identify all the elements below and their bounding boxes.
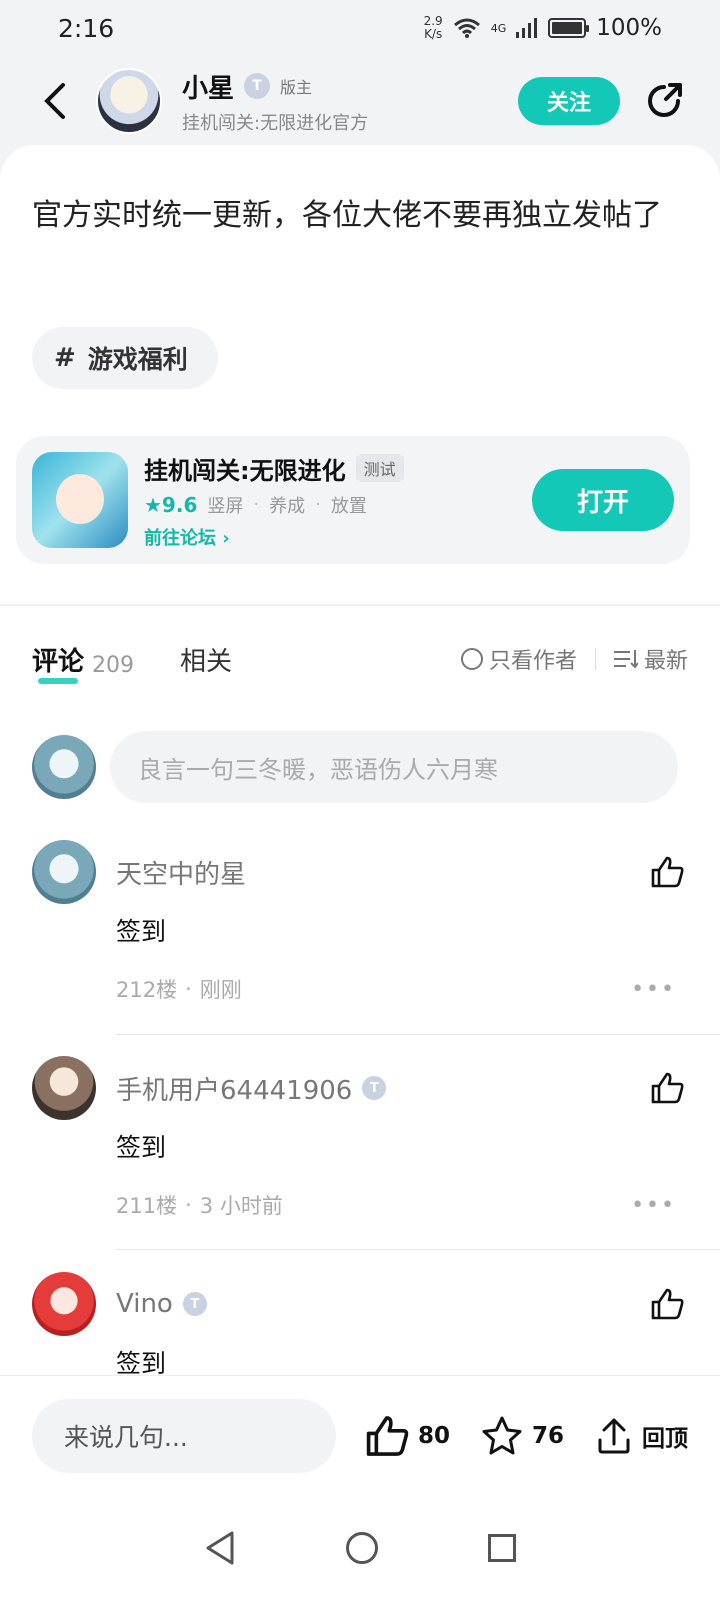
status-bar: 2:16 2.9 K/s 4G 100%	[0, 0, 720, 56]
more-options-icon[interactable]: •••	[631, 977, 676, 1002]
commenter-avatar[interactable]	[32, 1056, 96, 1120]
battery-level: 100%	[596, 15, 662, 41]
comment-filters: 只看作者 最新	[460, 643, 688, 675]
author-avatar[interactable]	[96, 68, 162, 134]
upload-icon	[598, 1418, 630, 1453]
more-options-icon[interactable]: •••	[631, 1193, 676, 1218]
share-icon[interactable]	[642, 79, 686, 123]
comment-tabs: 评论 209 相关 只看作者 最新	[32, 631, 688, 687]
net-speed: 2.9 K/s	[423, 14, 443, 41]
star-icon	[482, 1416, 522, 1454]
thumbs-up-icon	[651, 1288, 684, 1320]
comment-divider	[116, 1034, 720, 1035]
comment-item: 天空中的星 签到 212楼 · 刚刚 •••	[32, 840, 688, 1004]
author-only-label[interactable]: 只看作者	[489, 643, 577, 675]
bottom-action-bar: 来说几句... 80 76 回顶	[0, 1375, 720, 1495]
author-subtitle: 挂机闯关:无限进化官方	[182, 112, 369, 134]
thumbs-up-icon	[366, 1415, 409, 1456]
hash-icon: #	[54, 343, 76, 373]
my-avatar	[32, 735, 96, 799]
genre-2: 养成	[269, 495, 306, 517]
like-count: 80	[417, 1422, 450, 1449]
comment-meta: 211楼 · 3 小时前 •••	[116, 1192, 676, 1219]
commenter-name[interactable]: Vino	[116, 1289, 173, 1319]
author-name: 小星	[182, 73, 235, 104]
follow-button[interactable]: 关注	[518, 77, 620, 125]
game-title: 挂机闯关:无限进化	[144, 456, 346, 485]
thumbs-up-icon	[651, 1072, 684, 1104]
comment-like-button[interactable]	[648, 852, 688, 892]
section-divider	[0, 604, 720, 606]
commenter-name[interactable]: 天空中的星	[116, 854, 246, 891]
comment-like-button[interactable]	[648, 1284, 688, 1324]
comments-count: 209	[92, 652, 135, 678]
post-header: 小星 T 版主 挂机闯关:无限进化官方 关注	[0, 56, 720, 146]
back-button[interactable]	[34, 71, 74, 131]
back-to-top-button[interactable]: 回顶	[594, 1416, 688, 1456]
comment-meta: 212楼 · 刚刚 •••	[116, 976, 676, 1003]
author-role: 版主	[280, 78, 313, 97]
post-title: 官方实时统一更新，各位大佬不要再独立发帖了	[32, 198, 662, 233]
system-nav-bar	[0, 1495, 720, 1600]
level-badge: T	[244, 73, 271, 99]
game-rating: ★9.6	[144, 492, 198, 517]
comment-body: 签到	[116, 1133, 167, 1162]
like-button[interactable]: 80	[366, 1415, 450, 1457]
favorite-count: 76	[532, 1422, 565, 1449]
genre-3: 放置	[330, 495, 367, 517]
tab-related[interactable]: 相关	[180, 641, 232, 678]
commenter-avatar[interactable]	[32, 1272, 96, 1336]
status-time: 2:16	[58, 13, 115, 43]
game-info: 挂机闯关:无限进化 测试 ★9.6 竖屏 · 养成 · 放置 前往论坛 ›	[144, 451, 404, 550]
tab-comments[interactable]: 评论 209	[32, 641, 135, 684]
genre-1: 竖屏	[207, 495, 244, 517]
reply-input[interactable]: 来说几句...	[32, 1398, 336, 1473]
level-badge: T	[182, 1292, 207, 1316]
topic-label: 游戏福利	[87, 345, 188, 374]
author-info[interactable]: 小星 T 版主 挂机闯关:无限进化官方	[182, 68, 368, 135]
signal-icon	[516, 18, 538, 38]
comment-divider	[116, 1249, 720, 1250]
open-game-button[interactable]: 打开	[532, 469, 674, 531]
network-type: 4G	[490, 21, 507, 35]
commenter-name[interactable]: 手机用户64441906	[116, 1070, 352, 1107]
comment-like-button[interactable]	[648, 1068, 688, 1108]
back-to-top-label: 回顶	[642, 1425, 689, 1452]
comment-body: 签到	[116, 917, 167, 946]
nav-home-icon[interactable]	[346, 1531, 378, 1564]
commenter-avatar[interactable]	[32, 840, 96, 904]
comment-input-row: 良言一句三冬暖，恶语伤人六月寒	[32, 731, 678, 803]
author-only-radio[interactable]	[460, 648, 483, 670]
wifi-icon	[453, 18, 480, 38]
test-tag: 测试	[355, 454, 404, 482]
favorite-button[interactable]: 76	[480, 1415, 564, 1457]
game-icon	[32, 452, 128, 548]
comment-item: 手机用户64441906 T 签到 211楼 · 3 小时前 •••	[32, 1056, 688, 1220]
comment-input[interactable]: 良言一句三冬暖，恶语伤人六月寒	[110, 731, 678, 803]
thumbs-up-icon	[651, 856, 684, 888]
nav-recent-icon[interactable]	[488, 1533, 516, 1562]
level-badge: T	[362, 1076, 387, 1100]
sort-label[interactable]: 最新	[644, 643, 688, 675]
topic-chip[interactable]: # 游戏福利	[32, 327, 218, 389]
status-icons: 2.9 K/s 4G 100%	[423, 14, 662, 42]
nav-back-icon[interactable]	[204, 1530, 236, 1566]
chevron-left-icon	[44, 83, 65, 119]
comment-item: Vino T 签到	[32, 1272, 688, 1380]
forum-link[interactable]: 前往论坛 ›	[144, 524, 404, 550]
sort-icon[interactable]	[613, 649, 638, 669]
battery-icon	[548, 18, 590, 38]
game-card[interactable]: 挂机闯关:无限进化 测试 ★9.6 竖屏 · 养成 · 放置 前往论坛 › 打开	[16, 436, 690, 564]
game-meta: ★9.6 竖屏 · 养成 · 放置	[144, 492, 367, 517]
